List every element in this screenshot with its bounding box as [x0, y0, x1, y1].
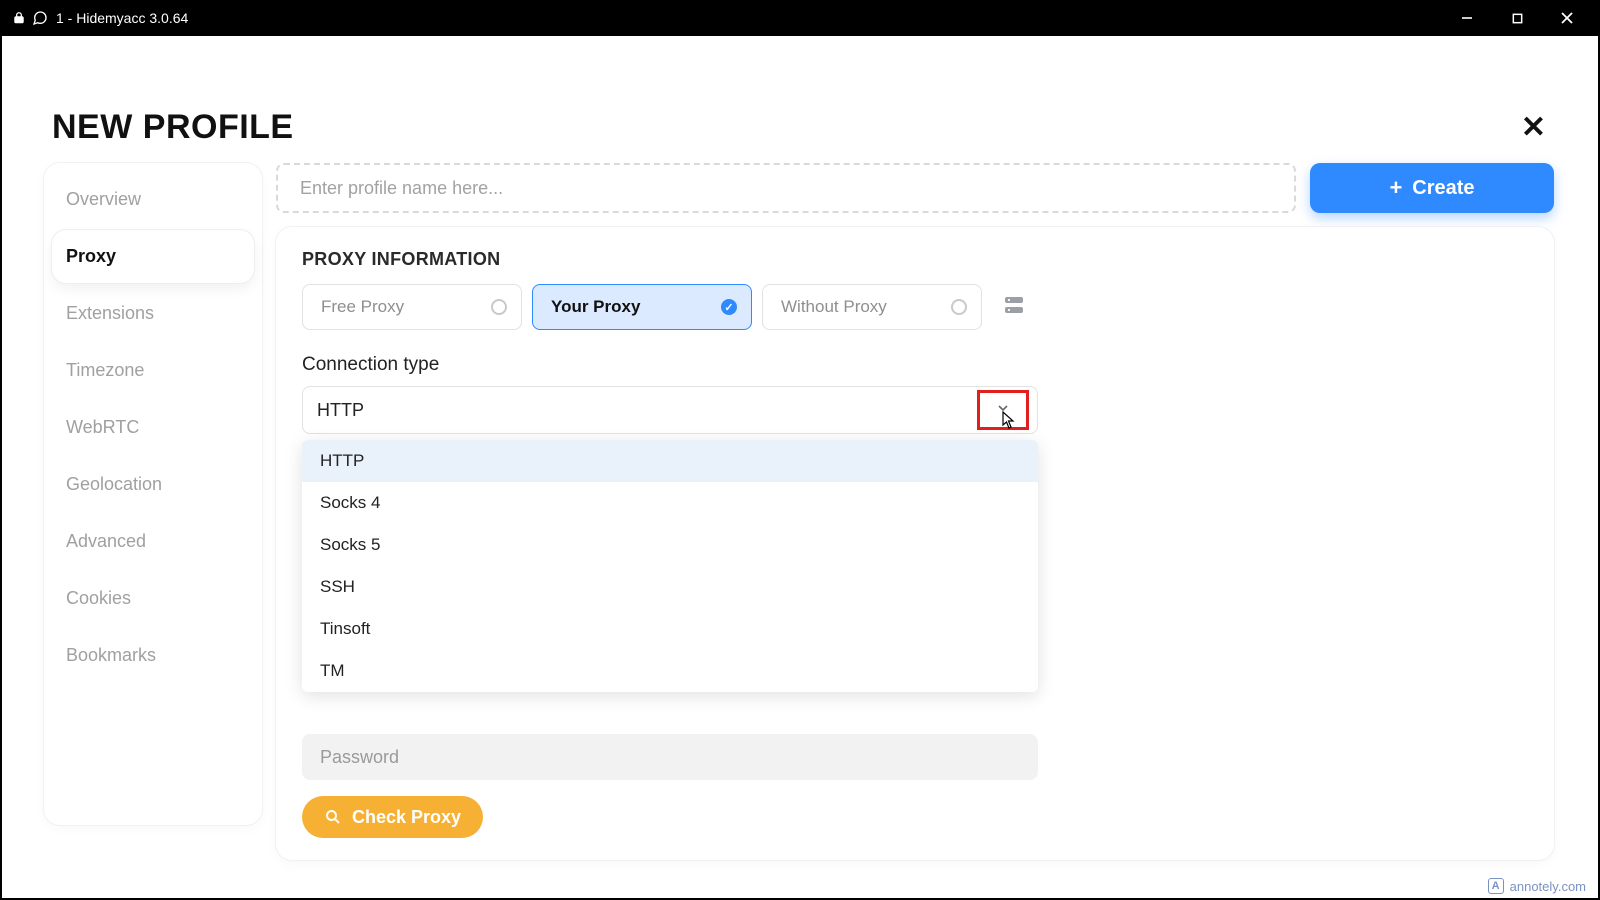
sidebar-item-bookmarks[interactable]: Bookmarks: [52, 629, 254, 682]
cursor-icon: [1002, 411, 1016, 434]
sidebar-item-label: Advanced: [66, 531, 146, 551]
sidebar-item-label: Overview: [66, 189, 141, 209]
dropdown-option-socks4[interactable]: Socks 4: [302, 482, 1038, 524]
proxy-option-label: Your Proxy: [551, 297, 640, 317]
proxy-section-title: PROXY INFORMATION: [302, 249, 1528, 270]
page-title: NEW PROFILE: [52, 108, 294, 147]
chat-icon: [32, 10, 48, 26]
sidebar-item-advanced[interactable]: Advanced: [52, 515, 254, 568]
check-proxy-label: Check Proxy: [352, 807, 461, 828]
server-icon[interactable]: [1002, 293, 1026, 322]
window-title: 1 - Hidemyacc 3.0.64: [56, 10, 188, 26]
proxy-panel: PROXY INFORMATION Free Proxy Your Proxy …: [276, 227, 1554, 860]
app-card: NEW PROFILE ✕ Overview Proxy Extensions …: [22, 90, 1576, 862]
window-frame: NEW PROFILE ✕ Overview Proxy Extensions …: [0, 36, 1600, 900]
watermark-text: annotely.com: [1510, 879, 1586, 894]
radio-checked-icon: [721, 299, 737, 315]
sidebar-item-label: Geolocation: [66, 474, 162, 494]
sidebar-item-proxy[interactable]: Proxy: [52, 230, 254, 283]
create-button-label: Create: [1412, 177, 1474, 200]
annotation-highlight-box: [977, 390, 1029, 430]
sidebar-item-label: WebRTC: [66, 417, 139, 437]
radio-icon: [491, 299, 507, 315]
connection-type-label: Connection type: [302, 354, 1528, 376]
dropdown-option-ssh[interactable]: SSH: [302, 566, 1038, 608]
sidebar-item-label: Extensions: [66, 303, 154, 323]
sidebar-item-label: Timezone: [66, 360, 144, 380]
close-window-button[interactable]: [1542, 0, 1592, 36]
lock-icon: [12, 11, 26, 25]
sidebar-item-webrtc[interactable]: WebRTC: [52, 401, 254, 454]
minimize-button[interactable]: [1442, 0, 1492, 36]
check-proxy-button[interactable]: Check Proxy: [302, 796, 483, 838]
proxy-option-without[interactable]: Without Proxy: [762, 284, 982, 330]
proxy-option-free[interactable]: Free Proxy: [302, 284, 522, 330]
dropdown-option-tm[interactable]: TM: [302, 650, 1038, 692]
create-button[interactable]: + Create: [1310, 163, 1554, 213]
sidebar-item-label: Bookmarks: [66, 645, 156, 665]
proxy-option-your[interactable]: Your Proxy: [532, 284, 752, 330]
connection-type-select[interactable]: HTTP: [302, 386, 1038, 434]
annotely-logo-icon: A: [1488, 878, 1504, 894]
radio-icon: [951, 299, 967, 315]
sidebar-item-label: Cookies: [66, 588, 131, 608]
sidebar-item-label: Proxy: [66, 246, 116, 266]
sidebar-item-extensions[interactable]: Extensions: [52, 287, 254, 340]
dropdown-option-socks5[interactable]: Socks 5: [302, 524, 1038, 566]
maximize-button[interactable]: [1492, 0, 1542, 36]
sidebar-item-overview[interactable]: Overview: [52, 173, 254, 226]
dropdown-option-http[interactable]: HTTP: [302, 440, 1038, 482]
sidebar-item-cookies[interactable]: Cookies: [52, 572, 254, 625]
plus-icon: +: [1389, 177, 1402, 199]
search-icon: [324, 808, 342, 826]
close-dialog-button[interactable]: ✕: [1521, 110, 1546, 145]
sidebar-item-timezone[interactable]: Timezone: [52, 344, 254, 397]
connection-type-dropdown: HTTP Socks 4 Socks 5 SSH Tinsoft TM: [302, 440, 1038, 692]
connection-type-value: HTTP: [317, 400, 364, 421]
proxy-option-label: Without Proxy: [781, 297, 887, 317]
dropdown-option-tinsoft[interactable]: Tinsoft: [302, 608, 1038, 650]
proxy-option-label: Free Proxy: [321, 297, 404, 317]
watermark: A annotely.com: [1488, 878, 1586, 894]
password-input[interactable]: [302, 734, 1038, 780]
profile-name-input[interactable]: [276, 163, 1296, 213]
window-titlebar: 1 - Hidemyacc 3.0.64: [0, 0, 1600, 36]
sidebar: Overview Proxy Extensions Timezone WebRT…: [44, 163, 262, 825]
sidebar-item-geolocation[interactable]: Geolocation: [52, 458, 254, 511]
